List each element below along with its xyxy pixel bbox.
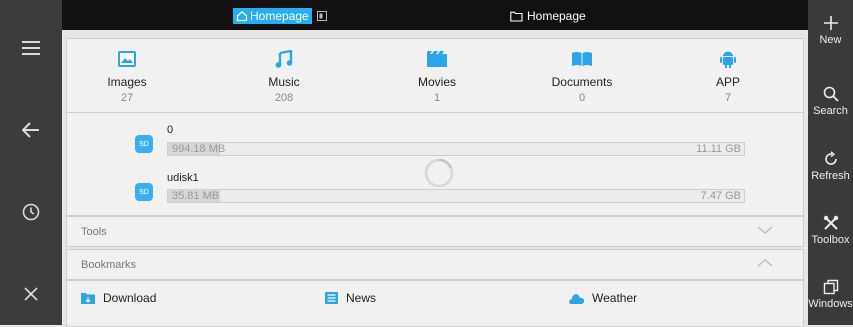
category-count: 208 bbox=[274, 92, 294, 104]
category-images[interactable]: Images 27 bbox=[67, 47, 187, 104]
toolbox-label: Toolbox bbox=[811, 234, 850, 246]
category-music[interactable]: Music 208 bbox=[224, 47, 344, 104]
bookmark-label: Weather bbox=[592, 291, 638, 305]
history-clock-icon bbox=[22, 203, 40, 221]
category-name: Images bbox=[107, 75, 147, 89]
tab-highlight: Homepage bbox=[233, 8, 312, 24]
back-arrow-icon bbox=[22, 122, 39, 138]
tools-section-header[interactable]: Tools bbox=[66, 216, 804, 247]
storage-name: udisk1 bbox=[167, 172, 199, 184]
close-icon bbox=[24, 287, 38, 301]
menu-icon bbox=[22, 41, 40, 55]
bookmark-download[interactable]: Download bbox=[81, 291, 156, 305]
category-count: 27 bbox=[120, 92, 134, 104]
storage-row-0[interactable]: SD 0 994.18 MB 11.11 GB bbox=[67, 121, 803, 161]
tab-bar: Homepage Homepage bbox=[62, 0, 808, 30]
loading-spinner-icon bbox=[424, 158, 454, 188]
category-app[interactable]: APP 7 bbox=[668, 47, 788, 104]
category-movies[interactable]: Movies 1 bbox=[377, 47, 497, 104]
bookmark-weather[interactable]: Weather bbox=[568, 291, 637, 305]
news-icon bbox=[325, 292, 338, 304]
category-name: Movies bbox=[417, 75, 456, 89]
sd-card-icon: SD bbox=[135, 135, 153, 153]
chevron-up-icon bbox=[757, 259, 773, 267]
search-label: Search bbox=[813, 105, 848, 117]
storage-usage-bar: 35.81 MB 7.47 GB bbox=[167, 189, 745, 203]
sd-card-icon: SD bbox=[135, 183, 153, 201]
storage-usage-bar: 994.18 MB 11.11 GB bbox=[167, 142, 745, 156]
category-name: APP bbox=[715, 75, 740, 89]
weather-icon bbox=[569, 294, 584, 304]
bookmark-news[interactable]: News bbox=[325, 291, 376, 305]
toolbox-icon bbox=[823, 215, 838, 230]
bookmark-label: Download bbox=[103, 291, 157, 305]
tab-homepage[interactable]: Homepage bbox=[510, 8, 586, 24]
storage-name: 0 bbox=[167, 124, 174, 136]
refresh-button[interactable]: Refresh bbox=[808, 151, 853, 182]
refresh-icon bbox=[824, 151, 837, 165]
category-panel: Images 27 Music 208 Movies 1 Documents 0… bbox=[66, 38, 804, 113]
storage-used: 35.81 MB bbox=[172, 190, 220, 202]
category-count: 1 bbox=[433, 92, 441, 104]
bookmarks-title: Bookmarks bbox=[81, 259, 137, 271]
toolbox-button[interactable]: Toolbox bbox=[808, 215, 853, 246]
search-button[interactable]: Search bbox=[808, 86, 853, 117]
windows-label: Windows bbox=[808, 298, 853, 310]
tools-title: Tools bbox=[81, 226, 107, 238]
home-icon bbox=[236, 10, 248, 22]
book-icon bbox=[572, 52, 592, 66]
movie-icon bbox=[427, 51, 447, 67]
bookmarks-panel: Download News Weather bbox=[66, 280, 804, 327]
category-count: 7 bbox=[724, 92, 732, 104]
close-button[interactable] bbox=[0, 276, 62, 312]
history-button[interactable] bbox=[0, 194, 62, 230]
category-count: 0 bbox=[578, 92, 586, 104]
storage-panel: SD 0 994.18 MB 11.11 GB SD udisk1 35.81 … bbox=[66, 112, 804, 216]
category-name: Documents bbox=[551, 75, 613, 89]
storage-used: 994.18 MB bbox=[172, 143, 226, 155]
folder-icon bbox=[510, 11, 523, 22]
new-button[interactable]: New bbox=[808, 15, 853, 46]
tab-label: Homepage bbox=[527, 9, 586, 23]
main-content: Images 27 Music 208 Movies 1 Documents 0… bbox=[62, 30, 808, 327]
storage-total: 7.47 GB bbox=[700, 190, 741, 202]
search-icon bbox=[823, 86, 839, 102]
music-icon bbox=[275, 50, 293, 68]
new-label: New bbox=[819, 34, 842, 46]
storage-total: 11.11 GB bbox=[696, 143, 741, 155]
back-button[interactable] bbox=[0, 112, 62, 148]
windows-icon bbox=[823, 279, 838, 295]
android-icon bbox=[720, 51, 736, 68]
download-folder-icon bbox=[81, 293, 95, 304]
right-toolbar: New Search Refresh Toolbox Windows bbox=[808, 0, 853, 325]
windows-button[interactable]: Windows bbox=[808, 279, 853, 310]
category-name: Music bbox=[268, 75, 300, 89]
refresh-label: Refresh bbox=[811, 170, 850, 182]
left-rail bbox=[0, 0, 62, 325]
tab-homepage-active[interactable]: Homepage bbox=[233, 8, 328, 24]
tab-label: Homepage bbox=[250, 9, 309, 23]
category-documents[interactable]: Documents 0 bbox=[522, 47, 642, 104]
menu-button[interactable] bbox=[0, 30, 62, 66]
chevron-down-icon bbox=[757, 226, 773, 234]
image-icon bbox=[118, 51, 136, 67]
plus-icon bbox=[823, 16, 838, 30]
bookmark-label: News bbox=[346, 291, 377, 305]
bookmarks-section-header[interactable]: Bookmarks bbox=[66, 249, 804, 280]
storage-icon bbox=[316, 11, 327, 21]
